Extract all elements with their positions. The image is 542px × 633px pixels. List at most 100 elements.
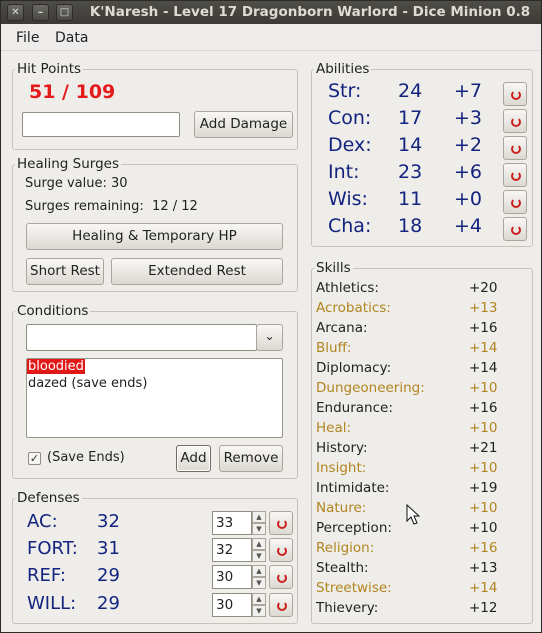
reset-ability-icon[interactable] (503, 82, 527, 106)
reset-ability-icon[interactable] (503, 109, 527, 133)
skill-value: +12 (469, 600, 498, 616)
short-rest-label: Short Rest (30, 263, 100, 279)
healing-temp-hp-button[interactable]: Healing & Temporary HP (26, 223, 283, 250)
spin-down-icon[interactable]: ▼ (252, 577, 266, 589)
ability-name: Str: (328, 80, 362, 102)
add-damage-label: Add Damage (199, 116, 288, 132)
ability-score: 24 (398, 80, 423, 102)
defense-value: 32 (97, 511, 120, 532)
skill-name: Stealth: (316, 560, 369, 576)
menu-data[interactable]: Data (55, 30, 88, 46)
defense-spinner[interactable]: 30 ▲ ▼ (212, 565, 268, 589)
condition-item-dazed[interactable]: dazed (save ends) (27, 376, 148, 391)
ability-mod: +2 (454, 134, 483, 156)
skill-value: +10 (469, 460, 498, 476)
reset-ability-icon[interactable] (503, 136, 527, 160)
add-damage-button[interactable]: Add Damage (194, 111, 293, 138)
defense-name: AC: (27, 511, 58, 532)
condition-dropdown-button[interactable]: ⌄ (256, 324, 283, 351)
skill-row: Perception: +10 (316, 520, 498, 536)
skill-name: Perception: (316, 520, 392, 536)
skill-name: Religion: (316, 540, 375, 556)
spin-down-icon[interactable]: ▼ (252, 605, 266, 617)
skill-value: +19 (469, 480, 498, 496)
damage-input[interactable] (22, 112, 180, 137)
skill-row: Endurance: +16 (316, 400, 498, 416)
spin-up-icon[interactable]: ▲ (252, 565, 266, 577)
reset-ability-icon[interactable] (503, 217, 527, 241)
reset-defense-icon[interactable] (269, 511, 293, 535)
reset-defense-icon[interactable] (269, 565, 293, 589)
maximize-icon[interactable]: □ (56, 4, 73, 21)
condition-combo-entry[interactable] (26, 324, 257, 351)
conditions-list[interactable]: bloodied dazed (save ends) (26, 358, 283, 438)
skill-name: Nature: (316, 500, 367, 516)
skill-value: +14 (469, 580, 498, 596)
skill-value: +21 (469, 440, 498, 456)
short-rest-button[interactable]: Short Rest (26, 258, 104, 285)
skill-value: +10 (469, 500, 498, 516)
ability-name: Int: (328, 161, 360, 183)
skill-value: +10 (469, 520, 498, 536)
skill-value: +20 (469, 280, 498, 296)
defense-name: WILL: (27, 593, 77, 614)
skill-row: Acrobatics: +13 (316, 300, 498, 316)
skill-name: Athletics: (316, 280, 379, 296)
reset-ability-icon[interactable] (503, 163, 527, 187)
spin-up-icon[interactable]: ▲ (252, 593, 266, 605)
save-ends-checkbox[interactable]: ✓ (28, 452, 41, 465)
ability-mod: +6 (454, 161, 483, 183)
spin-down-icon[interactable]: ▼ (252, 523, 266, 535)
defense-value: 29 (97, 565, 120, 586)
skill-row: Intimidate: +19 (316, 480, 498, 496)
reset-defense-icon[interactable] (269, 538, 293, 562)
surges-remaining: Surges remaining: 12 / 12 (25, 199, 198, 214)
skill-name: Acrobatics: (316, 300, 391, 316)
reset-ability-icon[interactable] (503, 190, 527, 214)
skill-value: +14 (469, 360, 498, 376)
skill-row: Bluff: +14 (316, 340, 498, 356)
healing-surges-label: Healing Surges (15, 156, 121, 172)
skill-name: Bluff: (316, 340, 352, 356)
defense-spinner[interactable]: 30 ▲ ▼ (212, 593, 268, 617)
surge-value: Surge value: 30 (25, 176, 128, 191)
reset-defense-icon[interactable] (269, 593, 293, 617)
window-title: K'Naresh - Level 17 Dragonborn Warlord -… (89, 4, 531, 20)
defense-spin-value[interactable]: 33 (212, 511, 252, 535)
menu-file[interactable]: File (16, 30, 39, 46)
defenses-label: Defenses (15, 490, 82, 506)
defense-spinner[interactable]: 32 ▲ ▼ (212, 538, 268, 562)
remove-condition-button[interactable]: Remove (219, 445, 283, 472)
skill-value: +14 (469, 340, 498, 356)
skill-row: Stealth: +13 (316, 560, 498, 576)
defense-spin-value[interactable]: 30 (212, 565, 252, 589)
defense-name: FORT: (27, 538, 78, 559)
skill-name: History: (316, 440, 368, 456)
chevron-down-icon: ⌄ (264, 329, 275, 343)
ability-mod: +0 (454, 188, 483, 210)
skill-row: Athletics: +20 (316, 280, 498, 296)
add-condition-button[interactable]: Add (176, 445, 211, 472)
extended-rest-label: Extended Rest (148, 263, 246, 279)
defense-spinner[interactable]: 33 ▲ ▼ (212, 511, 268, 535)
ability-name: Wis: (328, 188, 368, 210)
conditions-label: Conditions (15, 303, 91, 319)
skill-name: Intimidate: (316, 480, 390, 496)
ability-score: 23 (398, 161, 423, 183)
skill-value: +16 (469, 320, 498, 336)
ability-mod: +7 (454, 80, 483, 102)
skill-name: Arcana: (316, 320, 368, 336)
defense-spin-value[interactable]: 30 (212, 593, 252, 617)
spin-up-icon[interactable]: ▲ (252, 538, 266, 550)
extended-rest-button[interactable]: Extended Rest (111, 258, 283, 285)
ability-score: 14 (398, 134, 423, 156)
minimize-icon[interactable]: – (32, 4, 49, 21)
spin-down-icon[interactable]: ▼ (252, 550, 266, 562)
close-icon[interactable]: ✕ (7, 4, 24, 21)
condition-item-bloodied[interactable]: bloodied (27, 359, 85, 374)
defense-spin-value[interactable]: 32 (212, 538, 252, 562)
spin-up-icon[interactable]: ▲ (252, 511, 266, 523)
remove-condition-label: Remove (223, 450, 279, 466)
hit-points-label: Hit Points (15, 61, 84, 77)
save-ends-label: (Save Ends) (47, 450, 125, 465)
